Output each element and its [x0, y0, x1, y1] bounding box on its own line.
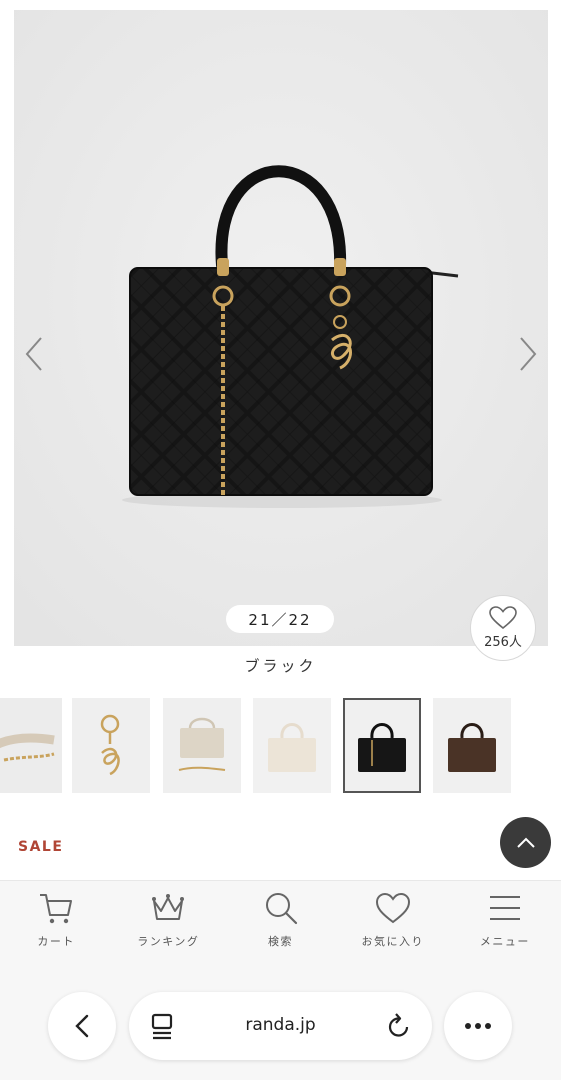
heart-icon — [375, 892, 410, 924]
product-image-black-bag — [14, 10, 548, 646]
tab-favorites-label: お気に入り — [361, 935, 424, 948]
more-dots-icon — [465, 1023, 491, 1029]
next-image-button[interactable] — [510, 330, 546, 378]
heart-icon — [489, 606, 517, 630]
previous-image-button[interactable] — [16, 330, 52, 378]
thumbnail-brown-bag-image — [433, 698, 511, 793]
thumbnail-strap-image — [0, 698, 62, 793]
chevron-right-icon — [520, 337, 537, 371]
thumbnail-6[interactable] — [433, 698, 511, 793]
chevron-left-icon — [25, 337, 42, 371]
thumbnail-4[interactable] — [253, 698, 331, 793]
sale-label: SALE — [18, 839, 64, 855]
image-counter: 21／22 — [226, 605, 334, 633]
reload-icon[interactable] — [386, 1012, 412, 1040]
browser-back-button[interactable] — [48, 992, 116, 1060]
thumbnail-strip — [0, 698, 561, 794]
crown-icon — [152, 894, 185, 920]
tab-search-label: 検索 — [268, 935, 293, 948]
chevron-left-icon — [75, 1014, 89, 1038]
tab-cart-label: カート — [37, 935, 75, 948]
thumbnail-black-bag-image — [345, 700, 419, 791]
cart-icon — [40, 894, 73, 924]
browser-toolbar: randa.jp — [0, 970, 561, 1080]
address-bar[interactable]: randa.jp — [129, 992, 432, 1060]
thumbnail-5-selected[interactable] — [343, 698, 421, 793]
browser-more-button[interactable] — [444, 992, 512, 1060]
tab-ranking[interactable]: ランキング — [112, 881, 224, 970]
search-icon — [265, 893, 297, 925]
thumbnail-2[interactable] — [72, 698, 150, 793]
thumbnail-beige-set-image — [163, 698, 241, 793]
product-image-gallery[interactable] — [14, 10, 548, 646]
favorite-count: 256人 — [484, 635, 522, 650]
scroll-to-top-button[interactable] — [500, 817, 551, 868]
thumbnail-ivory-bag-image — [253, 698, 331, 793]
tab-menu[interactable]: メニュー — [449, 881, 561, 970]
bottom-tab-bar: カート ランキング 検索 お気に入り メニュー — [0, 880, 561, 970]
favorite-button[interactable]: 256人 — [470, 595, 536, 661]
tab-ranking-label: ランキング — [137, 935, 200, 948]
tab-favorites[interactable]: お気に入り — [337, 881, 449, 970]
color-name: ブラック — [244, 657, 317, 675]
menu-icon — [489, 896, 520, 920]
tab-menu-label: メニュー — [479, 935, 530, 948]
thumbnail-3[interactable] — [163, 698, 241, 793]
thumbnail-1[interactable] — [0, 698, 62, 793]
tab-search[interactable]: 検索 — [224, 881, 336, 970]
thumbnail-charm-image — [72, 698, 150, 793]
chevron-up-icon — [516, 837, 535, 848]
tab-cart[interactable]: カート — [0, 881, 112, 970]
